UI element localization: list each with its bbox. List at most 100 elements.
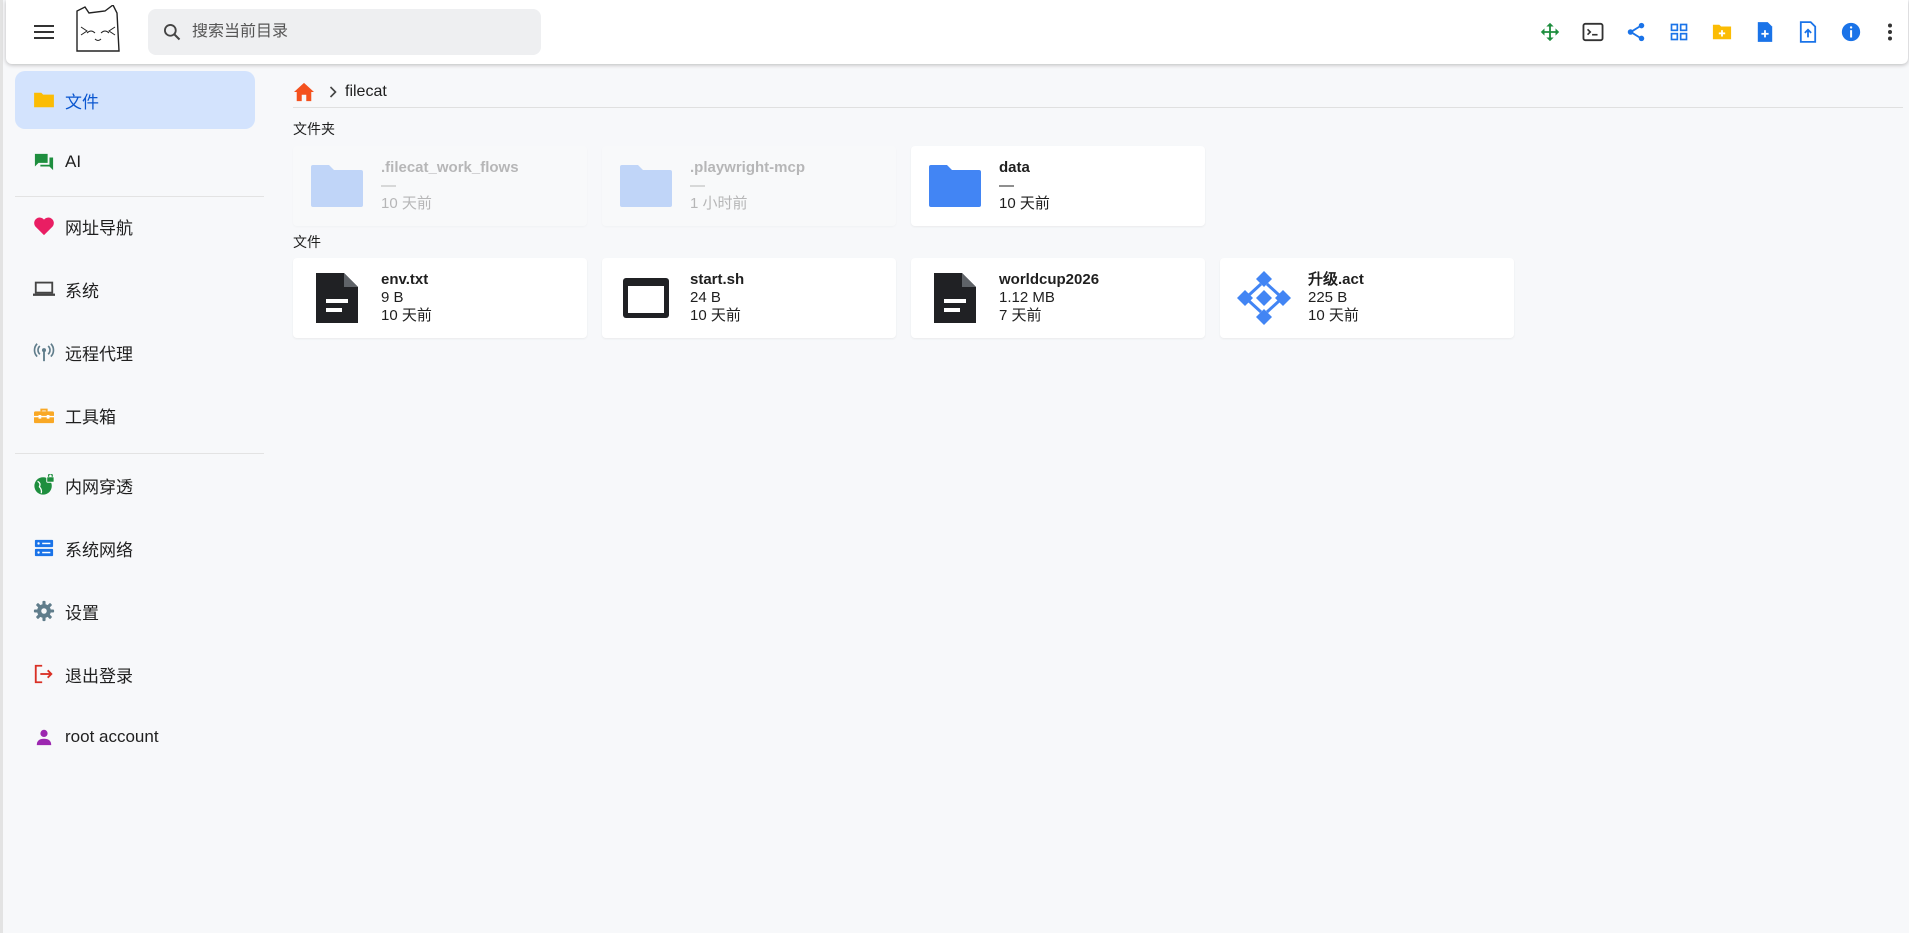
share-icon [1627,22,1644,42]
upload-button[interactable] [1786,16,1829,48]
chat-icon [33,151,55,173]
main-content: filecat 文件夹 .filecat_work_flows — 10 天前 … [293,64,1903,933]
move-icon [1540,22,1559,42]
sidebar-item-label: 退出登录 [65,666,133,686]
sidebar-item-logout[interactable]: 退出登录 [15,645,255,703]
file-name: start.sh [690,271,745,288]
folder-time: 1 小时前 [690,195,748,212]
file-card[interactable]: 升级.act 225 B 10 天前 [1220,258,1514,338]
sidebar-item-label: 设置 [65,603,99,623]
sidebar-item-url-nav[interactable]: 网址导航 [15,197,255,255]
chevron-right-icon [329,85,337,98]
sidebar-item-label: root account [65,727,159,746]
laptop-icon [33,278,55,300]
file-name: env.txt [381,271,429,288]
file-time: 10 天前 [1308,307,1359,324]
file-time: 10 天前 [690,307,741,324]
sidebar-item-files[interactable]: 文件 [15,71,255,129]
file-size: 24 B [690,289,721,306]
sidebar-item-system[interactable]: 系统 [15,260,255,318]
sidebar-item-settings[interactable]: 设置 [15,582,255,640]
document-icon [911,258,999,338]
folders-section-title: 文件夹 [293,121,335,137]
folder-name: .playwright-mcp [690,159,806,176]
sidebar-item-intranet[interactable]: 内网穿透 [15,456,255,514]
sidebar-item-label: 系统 [65,281,99,301]
folder-icon [293,146,381,226]
sidebar-item-label: 文件 [65,92,99,112]
sidebar-item-system-network[interactable]: 系统网络 [15,519,255,577]
logout-icon [33,663,55,685]
sidebar: 文件 AI 网址导航 系统 远程代理 工具箱 内网穿透 系统网络 设置 退出登录… [6,64,264,933]
sidebar-item-label: 工具箱 [65,407,116,427]
folder-icon [911,146,999,226]
sidebar-item-label: 内网穿透 [65,477,133,497]
file-card[interactable]: worldcup2026 1.12 MB 7 天前 [911,258,1205,338]
terminal-icon [1582,22,1603,42]
sidebar-item-label: 系统网络 [65,540,133,560]
grid-view-button[interactable] [1657,16,1700,48]
sidebar-item-label: 网址导航 [65,218,133,238]
folder-icon [33,89,55,111]
new-file-button[interactable] [1743,16,1786,48]
menu-button[interactable] [28,16,60,48]
heart-icon [33,215,55,237]
sidebar-item-label: 远程代理 [65,344,133,364]
toolbox-icon [33,404,55,426]
new-folder-icon [1712,24,1731,40]
person-icon [33,726,55,748]
toolbar [1528,16,1908,48]
folder-card[interactable]: data — 10 天前 [911,146,1205,226]
file-name: worldcup2026 [999,271,1100,288]
breadcrumb: filecat [293,82,1903,108]
nav-divider [15,453,264,454]
file-card[interactable]: env.txt 9 B 10 天前 [293,258,587,338]
share-button[interactable] [1614,16,1657,48]
folder-card[interactable]: .filecat_work_flows — 10 天前 [293,146,587,226]
move-button[interactable] [1528,16,1571,48]
search-icon [164,24,181,41]
app-frame: 文件 AI 网址导航 系统 远程代理 工具箱 内网穿透 系 [0,0,1909,933]
file-size: 1.12 MB [999,289,1055,306]
more-vert-icon [1888,23,1892,41]
window-icon [602,258,690,338]
folder-size: — [999,177,1014,194]
new-folder-button[interactable] [1700,16,1743,48]
antenna-icon [33,341,55,363]
header [6,0,1908,64]
globe-lock-icon [33,474,55,496]
info-button[interactable] [1829,16,1872,48]
grid-view-icon [1670,23,1687,41]
sidebar-item-ai[interactable]: AI [15,133,255,191]
file-name: 升级.act [1308,271,1364,288]
document-icon [293,258,381,338]
folder-time: 10 天前 [999,195,1050,212]
file-time: 7 天前 [999,307,1042,324]
folder-card[interactable]: .playwright-mcp — 1 小时前 [602,146,896,226]
terminal-button[interactable] [1571,16,1614,48]
more-button[interactable] [1872,16,1908,48]
folder-time: 10 天前 [381,195,432,212]
files-section-title: 文件 [293,234,321,250]
new-file-icon [1757,22,1772,42]
sidebar-item-account[interactable]: root account [15,708,255,766]
sidebar-item-toolbox[interactable]: 工具箱 [15,386,255,444]
workflow-icon [1220,258,1308,338]
sidebar-item-remote-proxy[interactable]: 远程代理 [15,323,255,381]
server-icon [33,537,55,559]
cat-logo[interactable] [73,3,123,55]
search-input[interactable] [192,23,522,41]
hamburger-icon [34,25,54,39]
file-size: 9 B [381,289,404,306]
home-icon[interactable] [293,82,315,102]
folder-size: — [690,177,705,194]
folder-size: — [381,177,396,194]
breadcrumb-current[interactable]: filecat [345,83,387,101]
file-card[interactable]: start.sh 24 B 10 天前 [602,258,896,338]
folder-name: data [999,159,1030,176]
upload-icon [1799,21,1816,43]
gear-icon [33,600,55,622]
sidebar-item-label: AI [65,152,82,171]
file-size: 225 B [1308,289,1348,306]
search-box[interactable] [148,9,541,55]
